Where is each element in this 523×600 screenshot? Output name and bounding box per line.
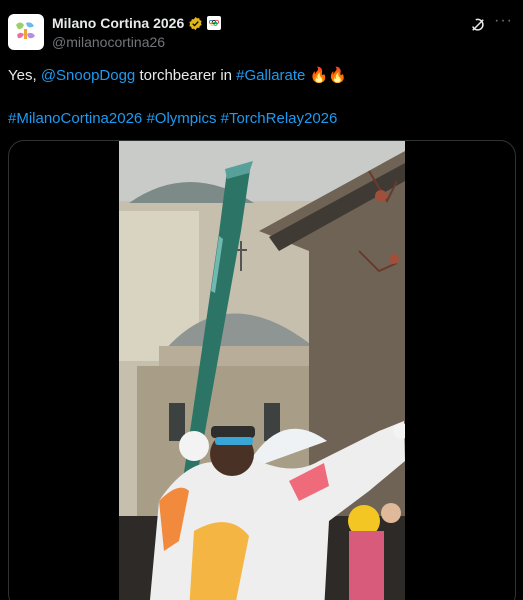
post-header: Milano Cortina 2026 @milanocortina26 ··· <box>8 12 513 52</box>
avatar-logo <box>16 22 35 39</box>
mention-link[interactable]: @SnoopDogg <box>41 67 135 84</box>
handle[interactable]: @milanocortina26 <box>52 34 165 50</box>
affiliate-badge-icon <box>207 16 222 30</box>
fire-emoji: 🔥🔥 <box>309 67 347 84</box>
hashtag-link-gallarate[interactable]: #Gallarate <box>236 67 305 84</box>
verified-badge-icon <box>189 16 202 30</box>
hashtag-link[interactable]: #TorchRelay2026 <box>221 110 338 127</box>
post-hashtags: #MilanoCortina2026 #Olympics #TorchRelay… <box>8 109 337 129</box>
video-frame[interactable] <box>119 141 405 600</box>
more-icon[interactable]: ··· <box>494 12 513 30</box>
hashtag-link[interactable]: #MilanoCortina2026 <box>8 110 142 127</box>
post-text-middle: torchbearer in <box>135 67 237 84</box>
display-name[interactable]: Milano Cortina 2026 <box>52 15 184 31</box>
hashtag-link[interactable]: #Olympics <box>146 110 216 127</box>
post-text-prefix: Yes, <box>8 67 41 84</box>
grok-icon[interactable] <box>469 16 487 34</box>
video-card[interactable] <box>8 140 516 600</box>
post-text-line1: Yes, @SnoopDogg torchbearer in #Gallarat… <box>8 66 347 86</box>
avatar[interactable] <box>8 14 44 50</box>
